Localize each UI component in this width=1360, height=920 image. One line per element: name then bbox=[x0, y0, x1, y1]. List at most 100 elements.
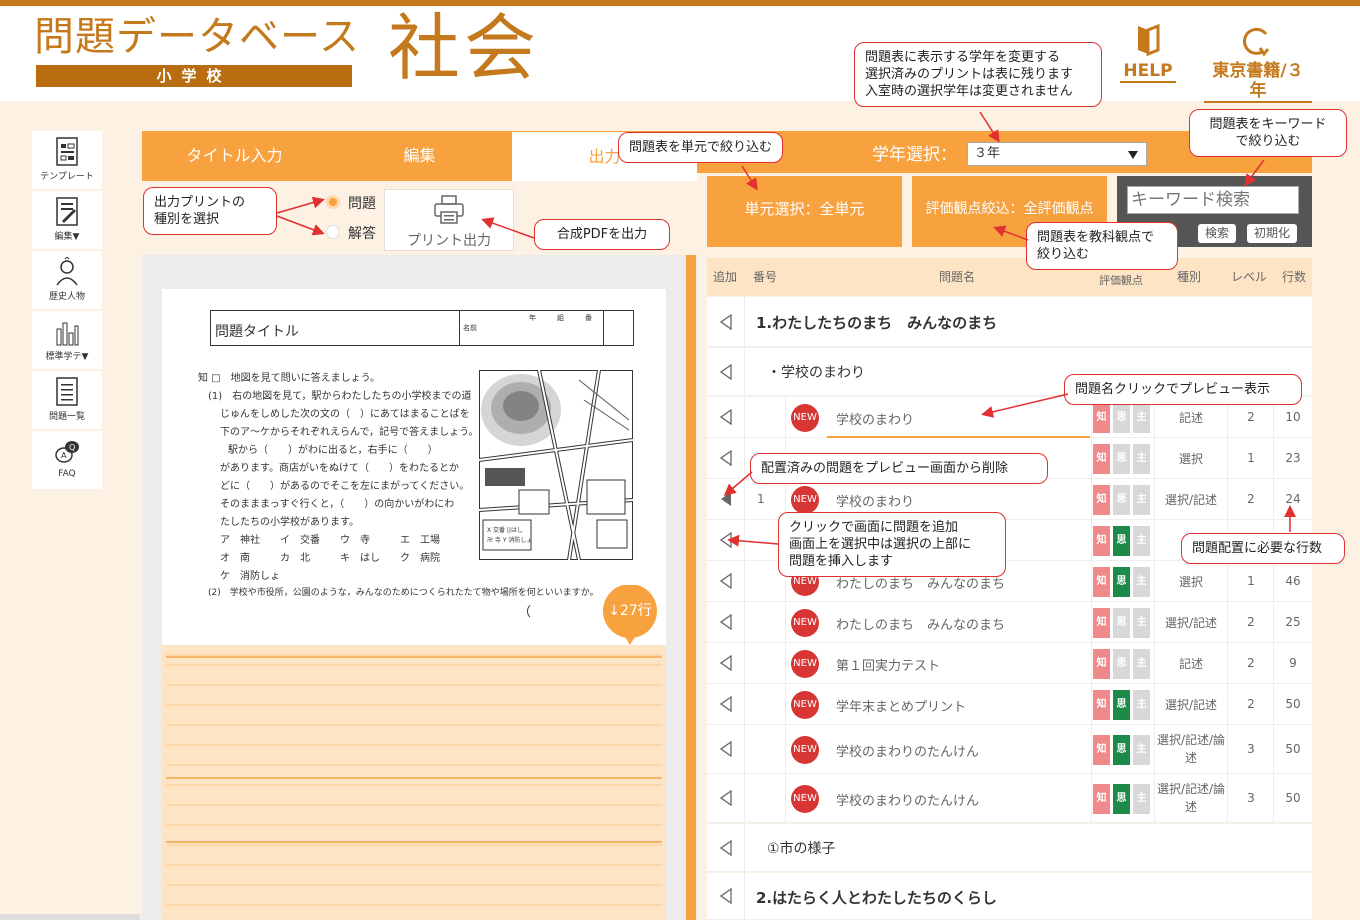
help-button[interactable]: HELP bbox=[1120, 22, 1176, 84]
group-row[interactable]: 2.はたらく人とわたしたちのくらし bbox=[707, 873, 1312, 920]
add-cell[interactable] bbox=[707, 479, 745, 519]
preview-paper[interactable]: 問題タイトル 名前 年 組 番 知 □ 地図を見て問いに答えましょう。 (1) … bbox=[162, 289, 666, 920]
remove-triangle-icon[interactable] bbox=[720, 491, 732, 507]
unit-filter-button[interactable]: 単元選択：全単元 bbox=[707, 176, 902, 247]
add-cell[interactable] bbox=[707, 725, 745, 773]
grade-select[interactable]: ３年 bbox=[967, 142, 1147, 166]
sidebar-item-standard-test[interactable]: 標準学テ▼ bbox=[32, 311, 102, 369]
add-cell[interactable] bbox=[707, 643, 745, 683]
print-output-button[interactable]: プリント出力 bbox=[384, 189, 514, 251]
add-cell[interactable] bbox=[707, 520, 745, 560]
perspective-box: 知 bbox=[1093, 689, 1110, 720]
question-radio[interactable] bbox=[326, 195, 340, 209]
faq-bubbles-icon: AQ bbox=[55, 441, 79, 463]
cell-divider bbox=[1154, 479, 1155, 519]
tab-edit[interactable]: 編集 bbox=[327, 131, 512, 181]
number-label: 番 bbox=[585, 314, 592, 322]
sidebar-item-faq[interactable]: AQ FAQ bbox=[32, 431, 102, 489]
add-cell[interactable] bbox=[707, 873, 745, 919]
perspective-box: 思 bbox=[1113, 607, 1130, 638]
table-row[interactable]: NEW 学校のまわりのたんけん 知思主選択/記述/論述 3 50 bbox=[707, 725, 1312, 774]
add-triangle-icon[interactable] bbox=[720, 655, 732, 671]
add-cell[interactable] bbox=[707, 824, 745, 871]
add-triangle-icon[interactable] bbox=[720, 363, 732, 380]
grade-select-label: 学年選択： bbox=[872, 145, 957, 165]
svg-text:卍 寺 Y 消防しょ: 卍 寺 Y 消防しょ bbox=[487, 536, 532, 544]
cell-divider bbox=[1273, 602, 1274, 642]
divider bbox=[459, 311, 460, 345]
question-name-link[interactable]: 学年末まとめプリント bbox=[836, 696, 966, 715]
add-triangle-icon[interactable] bbox=[720, 450, 732, 466]
callout-perspective: 問題表を教科観点で 絞り込む bbox=[1026, 222, 1178, 270]
question-name-link[interactable]: わたしのまち みんなのまち bbox=[836, 614, 1005, 633]
preview-scrollbar[interactable] bbox=[686, 255, 696, 920]
question-name-link[interactable]: 学校のまわりのたんけん bbox=[836, 790, 979, 809]
add-cell[interactable] bbox=[707, 438, 745, 478]
sidebar-item-label: 問題一覧 bbox=[48, 412, 85, 422]
add-triangle-icon[interactable] bbox=[720, 888, 732, 904]
table-row[interactable]: NEW 学校のまわりのたんけん 知思主選択/記述/論述 3 50 bbox=[707, 774, 1312, 823]
perspective-box: 思 bbox=[1113, 783, 1130, 814]
level-cell: 3 bbox=[1247, 741, 1255, 756]
add-cell[interactable] bbox=[707, 684, 745, 724]
sidebar-item-edit[interactable]: 編集▼ bbox=[32, 191, 102, 249]
bottom-scrollbar[interactable] bbox=[0, 914, 140, 920]
blank-lines-area[interactable] bbox=[162, 645, 666, 920]
grade-select-value: ３年 bbox=[974, 146, 1001, 161]
add-triangle-icon[interactable] bbox=[720, 532, 732, 548]
sidebar-item-question-list[interactable]: 問題一覧 bbox=[32, 371, 102, 429]
add-triangle-icon[interactable] bbox=[720, 409, 732, 425]
add-cell[interactable] bbox=[707, 397, 745, 437]
group-title[interactable]: ①市の様子 bbox=[767, 838, 836, 858]
cell-divider bbox=[1154, 725, 1155, 773]
add-triangle-icon[interactable] bbox=[720, 573, 732, 589]
header-level: レベル bbox=[1231, 270, 1268, 284]
sidebar-item-template[interactable]: テンプレート bbox=[32, 131, 102, 189]
question-name-link[interactable]: 学校のまわり bbox=[836, 409, 914, 428]
tab-title-input[interactable]: タイトル入力 bbox=[142, 131, 327, 181]
question-radio-label: 問題 bbox=[348, 196, 376, 212]
paper-line: (2) 学校や市役所，公園のような，みんなのためにつくられたたて物や場所を何とい… bbox=[208, 588, 599, 598]
add-triangle-icon[interactable] bbox=[720, 839, 732, 856]
search-button[interactable]: 検索 bbox=[1198, 224, 1236, 243]
question-name-link[interactable]: 学校のまわり bbox=[836, 491, 914, 510]
table-row[interactable]: NEW 学年末まとめプリント 知思主選択/記述 2 50 bbox=[707, 684, 1312, 725]
question-name-link[interactable]: 学校のまわりのたんけん bbox=[836, 741, 979, 760]
answer-radio[interactable] bbox=[326, 225, 340, 239]
sidebar-item-label: FAQ bbox=[58, 469, 76, 479]
perspective-box: 知 bbox=[1093, 402, 1110, 433]
lines-cell: 50 bbox=[1285, 790, 1301, 805]
add-cell[interactable] bbox=[707, 348, 745, 395]
group-title[interactable]: 1.わたしたちのまち みんなのまち bbox=[756, 312, 997, 333]
add-triangle-icon[interactable] bbox=[720, 313, 732, 330]
perspective-box: 主 bbox=[1133, 783, 1150, 814]
add-cell[interactable] bbox=[707, 774, 745, 822]
paper-line: じゅんをしめした次の文の（ ）にあてはまることばを bbox=[220, 409, 470, 420]
keyword-search-input[interactable] bbox=[1127, 186, 1299, 214]
level-cell: 1 bbox=[1247, 573, 1255, 588]
print-output-label: プリント出力 bbox=[407, 233, 491, 249]
textbook-switch-button[interactable]: 東京書籍/３年 bbox=[1204, 22, 1312, 103]
group-row[interactable]: 1.わたしたちのまち みんなのまち bbox=[707, 297, 1312, 347]
subgroup-row[interactable]: ①市の様子 bbox=[707, 824, 1312, 872]
add-cell[interactable] bbox=[707, 297, 745, 346]
type-cell: 選択 bbox=[1178, 451, 1203, 466]
textbook-label: 東京書籍/３年 bbox=[1204, 61, 1312, 103]
group-title[interactable]: 2.はたらく人とわたしたちのくらし bbox=[756, 887, 997, 908]
add-triangle-icon[interactable] bbox=[720, 614, 732, 630]
add-cell[interactable] bbox=[707, 561, 745, 601]
question-name-link[interactable]: 第１回実力テスト bbox=[836, 655, 940, 674]
group-title[interactable]: ・学校のまわり bbox=[767, 362, 865, 382]
add-triangle-icon[interactable] bbox=[720, 741, 732, 757]
add-triangle-icon[interactable] bbox=[720, 696, 732, 712]
perspective-box: 主 bbox=[1133, 648, 1150, 679]
table-row[interactable]: NEW 第１回実力テスト 知思主 記述 2 9 bbox=[707, 643, 1312, 684]
callout-text: 問題を挿入します bbox=[789, 554, 894, 569]
add-triangle-icon[interactable] bbox=[720, 790, 732, 806]
add-cell[interactable] bbox=[707, 602, 745, 642]
new-badge: NEW bbox=[791, 485, 819, 514]
table-row[interactable]: NEW わたしのまち みんなのまち 知思主選択/記述 2 25 bbox=[707, 602, 1312, 643]
sidebar-item-history-people[interactable]: 歴史人物 bbox=[32, 251, 102, 309]
lines-cell: 9 bbox=[1289, 655, 1297, 670]
reset-button[interactable]: 初期化 bbox=[1247, 224, 1297, 243]
